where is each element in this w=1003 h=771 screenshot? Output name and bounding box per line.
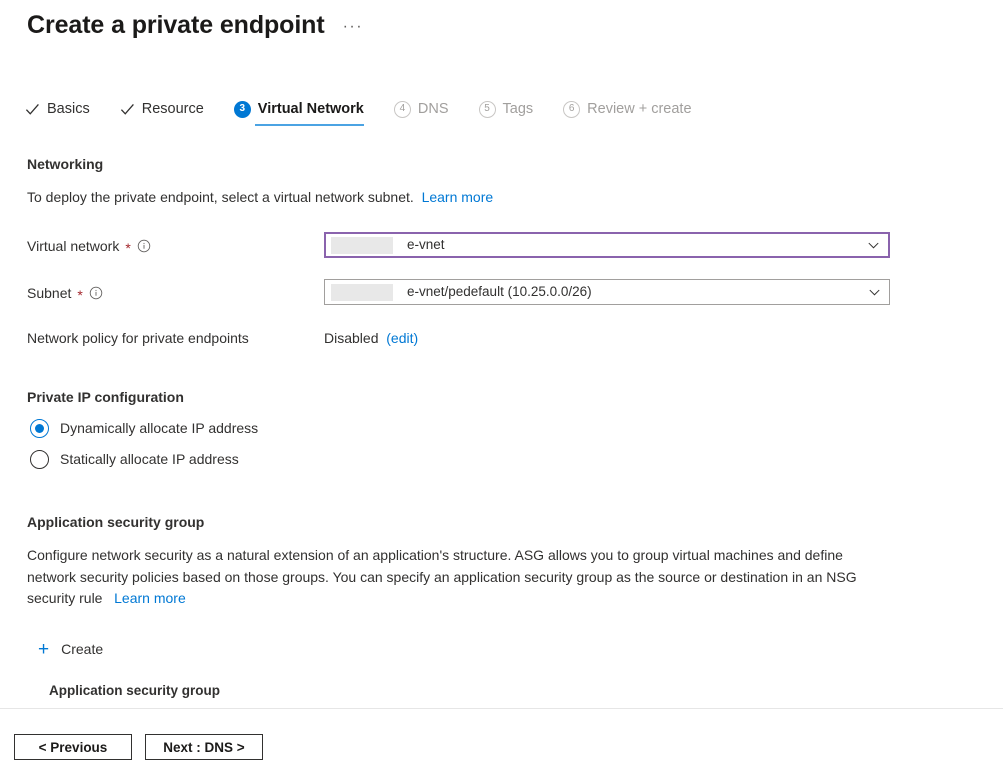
required-marker: *	[125, 241, 130, 255]
tab-virtual-network[interactable]: 3 Virtual Network	[234, 100, 377, 126]
wizard-tab-bar: Basics Resource 3 Virtual Network 4 DNS …	[25, 100, 722, 134]
network-policy-value-row: Disabled (edit)	[324, 328, 418, 348]
tab-dns[interactable]: 4 DNS	[394, 100, 462, 126]
tab-label: Basics	[47, 100, 90, 118]
network-policy-label: Network policy for private endpoints	[27, 328, 249, 348]
networking-learn-more-link[interactable]: Learn more	[422, 189, 494, 205]
tab-label: DNS	[418, 100, 449, 118]
step-number-badge: 6	[563, 101, 580, 118]
radio-statically-allocate[interactable]: Statically allocate IP address	[30, 449, 239, 469]
radio-label: Dynamically allocate IP address	[60, 418, 258, 438]
network-policy-edit-link[interactable]: (edit)	[386, 330, 418, 346]
tab-label: Tags	[503, 100, 534, 118]
application-security-group-heading: Application security group	[27, 512, 204, 532]
page-title: Create a private endpoint	[27, 8, 325, 42]
plus-icon: +	[38, 640, 49, 659]
tab-tags[interactable]: 5 Tags	[479, 100, 547, 126]
info-icon[interactable]	[89, 286, 103, 300]
application-security-group-description: Configure network security as a natural …	[27, 545, 882, 610]
virtual-network-value: e-vnet	[407, 236, 445, 254]
asg-learn-more-link[interactable]: Learn more	[114, 590, 186, 606]
step-number-badge: 4	[394, 101, 411, 118]
radio-button-selected[interactable]	[30, 419, 49, 438]
subnet-dropdown[interactable]: e-vnet/pedefault (10.25.0.0/26)	[324, 279, 890, 305]
redacted-prefix	[331, 284, 393, 301]
chevron-down-icon	[868, 286, 881, 299]
subnet-label: Subnet *	[27, 283, 103, 303]
radio-button-unselected[interactable]	[30, 450, 49, 469]
step-number-badge: 3	[234, 101, 251, 118]
tab-resource[interactable]: Resource	[120, 100, 217, 126]
footer-divider	[0, 708, 1003, 709]
step-number-badge: 5	[479, 101, 496, 118]
virtual-network-label-text: Virtual network	[27, 236, 119, 256]
radio-dot	[35, 424, 44, 433]
ellipsis-icon[interactable]: ···	[343, 19, 363, 35]
wizard-footer: < Previous Next : DNS >	[14, 734, 263, 760]
virtual-network-label: Virtual network *	[27, 236, 151, 256]
required-marker: *	[77, 288, 82, 302]
tab-label: Review + create	[587, 100, 691, 118]
redacted-prefix	[331, 237, 393, 254]
private-ip-configuration-heading: Private IP configuration	[27, 387, 184, 407]
network-policy-value: Disabled	[324, 330, 378, 346]
asg-create-button[interactable]: + Create	[38, 639, 103, 659]
asg-table-column-header: Application security group	[49, 682, 220, 700]
previous-button[interactable]: < Previous	[14, 734, 132, 760]
subnet-label-text: Subnet	[27, 283, 71, 303]
tab-review-create[interactable]: 6 Review + create	[563, 100, 704, 126]
radio-dynamically-allocate[interactable]: Dynamically allocate IP address	[30, 418, 258, 438]
check-icon	[120, 102, 135, 117]
info-icon[interactable]	[137, 239, 151, 253]
virtual-network-dropdown[interactable]: e-vnet	[324, 232, 890, 258]
radio-label: Statically allocate IP address	[60, 449, 239, 469]
active-tab-underline	[255, 124, 364, 126]
page-header: Create a private endpoint ···	[27, 8, 363, 42]
next-button[interactable]: Next : DNS >	[145, 734, 263, 760]
tab-label: Virtual Network	[258, 100, 364, 118]
networking-description: To deploy the private endpoint, select a…	[27, 187, 493, 207]
subnet-value: e-vnet/pedefault (10.25.0.0/26)	[407, 283, 592, 301]
check-icon	[25, 102, 40, 117]
networking-heading: Networking	[27, 154, 103, 174]
tab-label: Resource	[142, 100, 204, 118]
networking-description-text: To deploy the private endpoint, select a…	[27, 189, 414, 205]
asg-create-button-label: Create	[61, 639, 103, 659]
tab-basics[interactable]: Basics	[25, 100, 103, 126]
chevron-down-icon	[867, 239, 880, 252]
